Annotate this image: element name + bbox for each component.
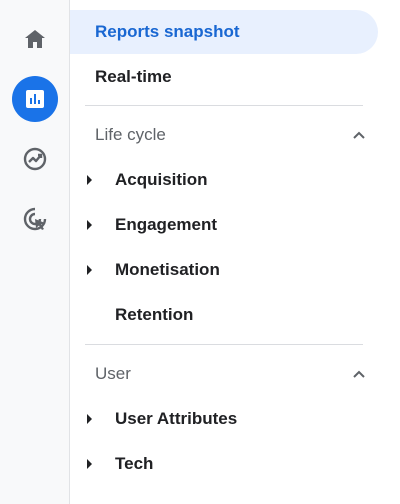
nav-retention-label: Retention	[115, 305, 194, 324]
reports-icon	[26, 90, 44, 108]
nav-user-attributes[interactable]: User Attributes	[70, 399, 370, 439]
section-user-header[interactable]: User	[70, 354, 370, 394]
nav-monetisation[interactable]: Monetisation	[70, 250, 370, 290]
nav-monetisation-label: Monetisation	[115, 260, 220, 279]
icon-rail	[0, 0, 70, 504]
nav-realtime[interactable]: Real-time	[70, 55, 172, 99]
explore-icon	[23, 147, 47, 171]
divider	[85, 105, 363, 106]
advertising-nav-button[interactable]	[12, 196, 58, 242]
expand-caret-icon	[87, 414, 92, 424]
reports-nav-panel: Reports snapshot Real-time Life cycle Ac…	[70, 0, 400, 504]
home-icon	[25, 30, 45, 48]
home-nav-button[interactable]	[12, 16, 58, 62]
nav-reports-snapshot[interactable]: Reports snapshot	[70, 10, 378, 54]
expand-caret-icon	[87, 175, 92, 185]
expand-caret-icon	[87, 265, 92, 275]
expand-caret-icon	[87, 220, 92, 230]
section-lifecycle-header[interactable]: Life cycle	[70, 115, 370, 155]
expand-caret-icon	[87, 459, 92, 469]
nav-engagement[interactable]: Engagement	[70, 205, 370, 245]
nav-acquisition-label: Acquisition	[115, 170, 208, 189]
section-lifecycle-title: Life cycle	[95, 125, 166, 144]
nav-tech[interactable]: Tech	[70, 444, 370, 484]
chevron-up-icon	[353, 131, 365, 139]
nav-retention[interactable]: Retention	[70, 295, 370, 335]
nav-tech-label: Tech	[115, 454, 154, 473]
explore-nav-button[interactable]	[12, 136, 58, 182]
section-user-title: User	[95, 364, 131, 383]
chevron-up-icon	[353, 370, 365, 378]
nav-engagement-label: Engagement	[115, 215, 218, 234]
nav-acquisition[interactable]: Acquisition	[70, 160, 370, 200]
nav-user-attributes-label: User Attributes	[115, 409, 238, 428]
divider	[85, 344, 363, 345]
advertising-icon	[23, 207, 47, 231]
reports-nav-button[interactable]	[12, 76, 58, 122]
